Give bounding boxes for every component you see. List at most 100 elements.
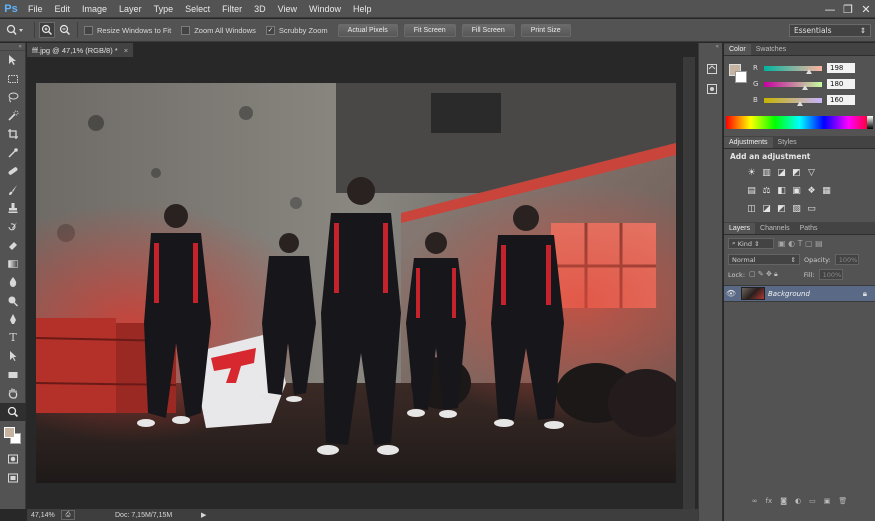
menu-select[interactable]: Select <box>179 0 216 18</box>
path-selection-tool-icon[interactable] <box>0 347 26 366</box>
tab-channels[interactable]: Channels <box>755 223 795 234</box>
scrubby-zoom-checkbox[interactable]: ✓ <box>265 25 275 35</box>
adjustment-layer-icon[interactable]: ◐ <box>795 497 801 505</box>
tab-layers[interactable]: Layers <box>724 223 756 234</box>
black-white-icon[interactable]: ◧ <box>774 184 789 198</box>
invert-icon[interactable]: ◫ <box>744 202 759 216</box>
menu-filter[interactable]: Filter <box>216 0 248 18</box>
channel-slider-b[interactable]: B 160 <box>724 92 875 108</box>
expand-icon[interactable]: « <box>699 43 722 51</box>
eraser-tool-icon[interactable] <box>0 236 26 255</box>
foreground-color-swatch[interactable] <box>4 427 15 438</box>
document-canvas-image[interactable] <box>36 83 676 483</box>
dodge-tool-icon[interactable] <box>0 292 26 311</box>
scrubby-zoom-option[interactable]: ✓ Scrubby Zoom <box>265 25 328 35</box>
tab-styles[interactable]: Styles <box>773 137 802 148</box>
canvas-area[interactable] <box>27 57 722 509</box>
threshold-icon[interactable]: ◩ <box>774 202 789 216</box>
channel-track[interactable] <box>764 81 822 87</box>
tab-adjustments[interactable]: Adjustments <box>724 137 773 148</box>
status-menu-arrow-icon[interactable]: ▶ <box>201 511 206 519</box>
share-icon[interactable]: ⎙ <box>61 510 75 520</box>
selective-color-icon[interactable]: ▨ <box>789 202 804 216</box>
channel-track[interactable] <box>764 97 822 103</box>
quick-selection-tool-icon[interactable] <box>0 107 26 126</box>
layer-row-background[interactable]: 👁︎ Background 🔒︎ <box>724 285 875 302</box>
fill-screen-button[interactable]: Fill Screen <box>461 23 515 37</box>
channel-slider-r[interactable]: R 198 <box>724 60 875 76</box>
lock-icons[interactable]: ▢ ✎ ✥ 🔒︎ <box>749 270 778 279</box>
menu-layer[interactable]: Layer <box>113 0 148 18</box>
delete-layer-icon[interactable]: 🗑︎ <box>838 497 847 505</box>
zoom-tool-preset-icon[interactable] <box>0 22 30 38</box>
lasso-tool-icon[interactable] <box>0 88 26 107</box>
marquee-tool-icon[interactable] <box>0 70 26 89</box>
layer-filter-kind[interactable]: ⌕ Kind ⇕ <box>728 238 774 249</box>
collapse-icon[interactable]: » <box>0 43 25 51</box>
menu-file[interactable]: File <box>22 0 49 18</box>
workspace-select[interactable]: Essentials ⇕ <box>789 24 871 37</box>
properties-panel-icon[interactable] <box>699 79 724 99</box>
levels-icon[interactable]: ▥ <box>759 166 774 180</box>
blur-tool-icon[interactable] <box>0 273 26 292</box>
channel-thumb[interactable] <box>801 85 808 90</box>
resize-windows-option[interactable]: Resize Windows to Fit <box>84 25 171 35</box>
minimize-button[interactable]: — <box>821 0 839 18</box>
type-tool-icon[interactable]: T <box>0 329 26 348</box>
channel-value-field[interactable]: 160 <box>827 95 855 105</box>
hand-tool-icon[interactable] <box>0 384 26 403</box>
document-tab[interactable]: fff.jpg @ 47,1% (RGB/8) * × <box>27 43 135 57</box>
history-panel-icon[interactable] <box>699 59 724 79</box>
zoom-all-checkbox[interactable] <box>181 25 191 35</box>
quick-mask-icon[interactable] <box>0 449 26 469</box>
hue-saturation-icon[interactable]: ▤ <box>744 184 759 198</box>
posterize-icon[interactable]: ◪ <box>759 202 774 216</box>
color-spectrum-bar[interactable] <box>726 116 873 129</box>
blend-mode-select[interactable]: Normal ⇕ <box>728 254 800 265</box>
tab-paths[interactable]: Paths <box>795 223 823 234</box>
menu-help[interactable]: Help <box>347 0 378 18</box>
layer-filter-icons[interactable]: ▣ ◐ T ▢ ▤ <box>778 239 823 248</box>
channel-mixer-icon[interactable]: ❖ <box>804 184 819 198</box>
curves-icon[interactable]: ◪ <box>774 166 789 180</box>
screen-mode-icon[interactable] <box>0 469 26 488</box>
channel-value-field[interactable]: 198 <box>827 63 855 73</box>
resize-windows-checkbox[interactable] <box>84 25 93 35</box>
vibrance-icon[interactable]: ▽ <box>804 166 819 180</box>
close-tab-icon[interactable]: × <box>124 46 128 55</box>
opacity-field[interactable]: 100% <box>834 254 859 265</box>
menu-type[interactable]: Type <box>148 0 180 18</box>
zoom-out-icon[interactable] <box>57 22 73 38</box>
menu-3d[interactable]: 3D <box>248 0 272 18</box>
exposure-icon[interactable]: ◩ <box>789 166 804 180</box>
print-size-button[interactable]: Print Size <box>520 23 571 37</box>
crop-tool-icon[interactable] <box>0 125 26 144</box>
menu-window[interactable]: Window <box>303 0 347 18</box>
color-lookup-icon[interactable]: ▦ <box>819 184 834 198</box>
gradient-tool-icon[interactable] <box>0 255 26 274</box>
gradient-map-icon[interactable]: ▭ <box>804 202 819 216</box>
channel-thumb[interactable] <box>806 69 812 74</box>
restore-button[interactable]: ❐ <box>839 0 857 18</box>
rectangle-tool-icon[interactable] <box>0 366 26 385</box>
menu-image[interactable]: Image <box>76 0 113 18</box>
new-layer-icon[interactable]: ▣ <box>824 497 831 505</box>
fill-field[interactable]: 100% <box>818 269 843 280</box>
channel-slider-g[interactable]: G 180 <box>724 76 875 92</box>
channel-track[interactable] <box>764 65 822 71</box>
tab-swatches[interactable]: Swatches <box>751 44 791 55</box>
visibility-eye-icon[interactable]: 👁︎ <box>724 289 738 298</box>
history-brush-tool-icon[interactable] <box>0 218 26 237</box>
menu-view[interactable]: View <box>272 0 303 18</box>
channel-thumb[interactable] <box>797 101 804 106</box>
color-balance-icon[interactable]: ⚖ <box>759 184 774 198</box>
actual-pixels-button[interactable]: Actual Pixels <box>337 23 398 37</box>
tab-color[interactable]: Color <box>724 44 751 55</box>
pen-tool-icon[interactable] <box>0 310 26 329</box>
brightness-contrast-icon[interactable]: ☀ <box>744 166 759 180</box>
channel-value-field[interactable]: 180 <box>827 79 855 89</box>
move-tool-icon[interactable] <box>0 51 26 70</box>
link-layers-icon[interactable]: ∞ <box>752 497 758 505</box>
zoom-all-option[interactable]: Zoom All Windows <box>181 25 256 35</box>
fit-screen-button[interactable]: Fit Screen <box>403 23 456 37</box>
